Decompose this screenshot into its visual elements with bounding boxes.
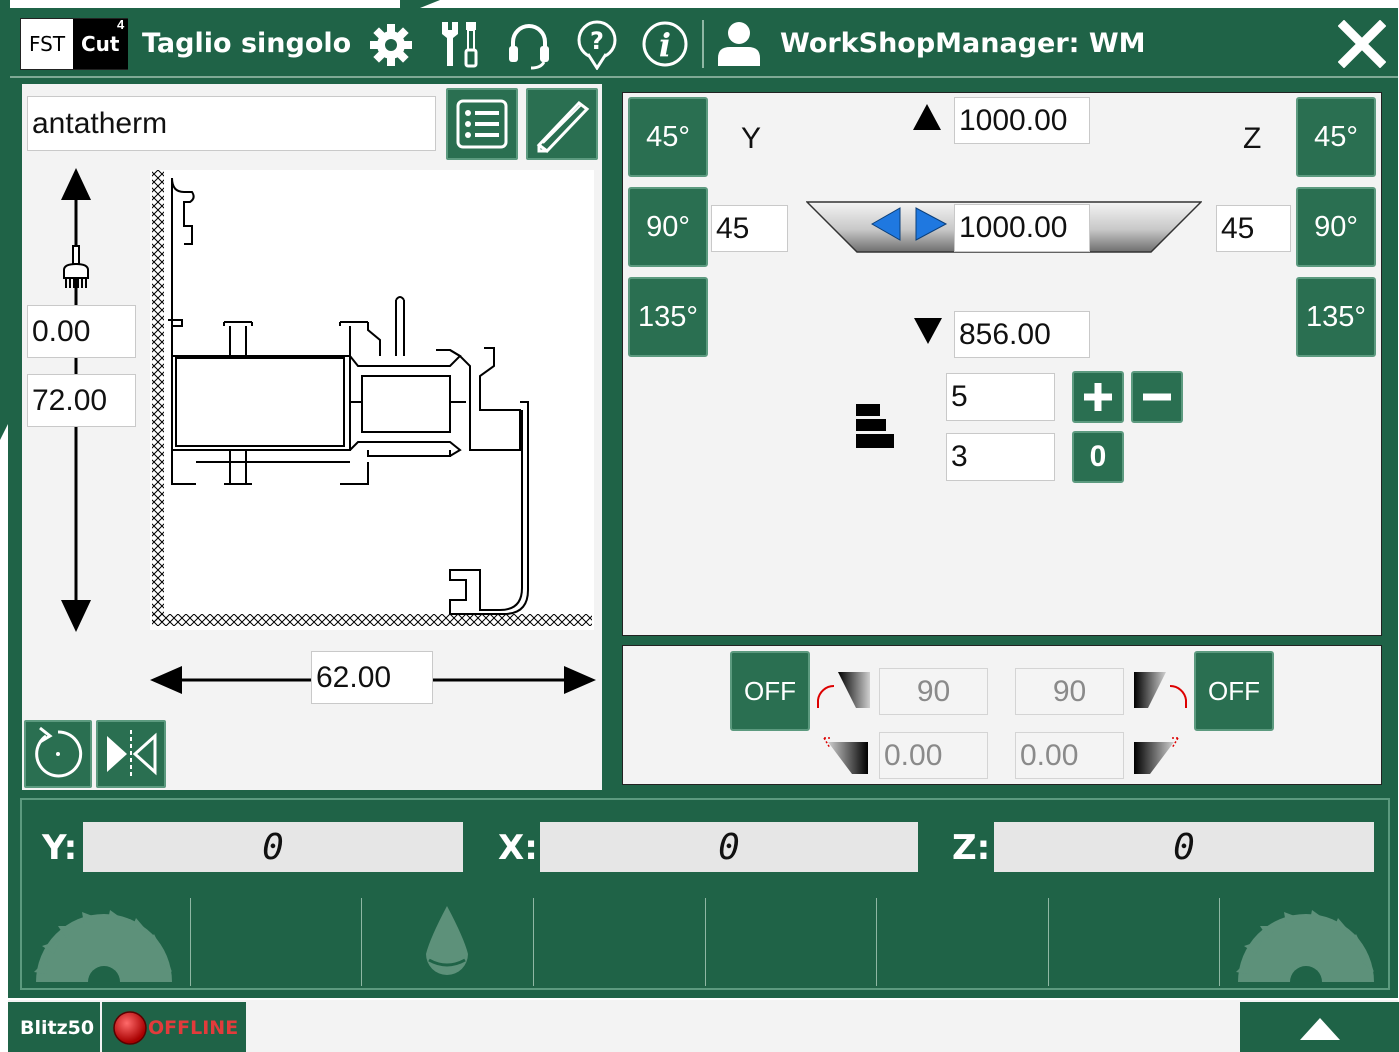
z-axis-readout-label: Z: [952, 828, 991, 868]
y-axis-readout-label: Y: [42, 828, 78, 868]
cut-panel [622, 92, 1382, 636]
width-field[interactable]: 62.00 [311, 651, 433, 704]
right-blade-tilt-icon [1134, 672, 1187, 708]
right-tilt-off-button[interactable]: OFF [1194, 651, 1274, 731]
left-offset-field[interactable]: 0.00 [879, 732, 988, 779]
rotate-button[interactable] [24, 720, 92, 788]
y-angle-field[interactable]: 45 [711, 205, 788, 252]
machine-badge: Blitz50 [8, 1002, 100, 1052]
length-top-field[interactable]: 1000.00 [954, 97, 1090, 144]
y-angle-135-button[interactable]: 135° [628, 277, 708, 357]
x-axis-readout-label: X: [498, 828, 538, 868]
left-tilt-off-button[interactable]: OFF [730, 651, 810, 731]
left-blade-tilt-icon [817, 672, 870, 708]
tools-icon[interactable] [436, 18, 484, 70]
svg-text:i: i [659, 26, 671, 64]
user-icon [718, 22, 760, 66]
mirror-icon [107, 730, 157, 778]
status-separator [1048, 898, 1049, 986]
mirror-button[interactable] [96, 720, 166, 788]
z-angle-45-button[interactable]: 45° [1296, 97, 1376, 177]
length-bottom-arrow-icon [914, 318, 942, 344]
quantity-done-field[interactable]: 3 [946, 433, 1055, 481]
plus-icon [1084, 383, 1112, 411]
profile-list-button[interactable] [446, 88, 518, 160]
length-top-arrow-icon [913, 104, 941, 130]
svg-text:?: ? [590, 27, 604, 55]
help-icon[interactable]: ? [574, 18, 620, 70]
quantity-plus-button[interactable] [1072, 371, 1124, 423]
left-saw-blade-icon [34, 910, 172, 982]
status-separator [190, 898, 191, 986]
z-angle-90-button[interactable]: 90° [1296, 187, 1376, 267]
right-tilt-angle-field[interactable]: 90 [1015, 668, 1124, 715]
right-offset-field[interactable]: 0.00 [1015, 732, 1124, 779]
status-separator [705, 898, 706, 986]
header-divider [702, 20, 704, 68]
z-angle-135-button[interactable]: 135° [1296, 277, 1376, 357]
profile-bar-icon [536, 101, 590, 153]
minus-icon [1143, 393, 1171, 401]
y-angle-90-button[interactable]: 90° [628, 187, 708, 267]
quantity-total-field[interactable]: 5 [946, 373, 1055, 421]
machine-name: Blitz50 [20, 1017, 95, 1039]
info-icon[interactable]: i [640, 18, 690, 70]
right-saw-blade-icon [1236, 910, 1374, 982]
close-icon[interactable] [1338, 20, 1386, 68]
left-tilt-angle-field[interactable]: 90 [879, 668, 988, 715]
length-mid-field[interactable]: 1000.00 [954, 204, 1090, 252]
length-bottom-field[interactable]: 856.00 [954, 311, 1090, 358]
corner-accent [0, 0, 440, 440]
z-angle-field[interactable]: 45 [1216, 205, 1291, 252]
quantity-minus-button[interactable] [1131, 371, 1183, 423]
y-angle-45-button[interactable]: 45° [628, 97, 708, 177]
connection-badge[interactable]: OFFLINE [102, 1002, 246, 1052]
status-separator [361, 898, 362, 986]
quantity-reset-button[interactable]: 0 [1072, 431, 1124, 483]
x-axis-readout: 0 [540, 822, 918, 872]
right-offset-icon [1134, 737, 1179, 774]
coolant-drop-icon [426, 906, 468, 975]
connection-status: OFFLINE [148, 1017, 239, 1039]
z-axis-readout: 0 [994, 822, 1374, 872]
rotate-icon [35, 726, 83, 778]
expand-panel-button[interactable] [1240, 1002, 1399, 1052]
y-axis-readout: 0 [83, 822, 463, 872]
status-separator [1219, 898, 1220, 986]
user-name: WorkShopManager: WM [780, 28, 1146, 59]
offline-indicator-icon [113, 1011, 147, 1045]
z-axis-label: Z [1243, 122, 1262, 155]
status-separator [876, 898, 877, 986]
list-icon [456, 99, 508, 149]
stack-icon [856, 404, 894, 448]
chevron-up-icon [1300, 1018, 1340, 1040]
profile-edit-button[interactable] [526, 88, 598, 160]
headset-icon[interactable] [505, 20, 553, 70]
status-separator [533, 898, 534, 986]
length-adjust-arrows-icon[interactable] [870, 206, 948, 242]
left-offset-icon [823, 737, 868, 774]
y-axis-label: Y [741, 122, 762, 155]
